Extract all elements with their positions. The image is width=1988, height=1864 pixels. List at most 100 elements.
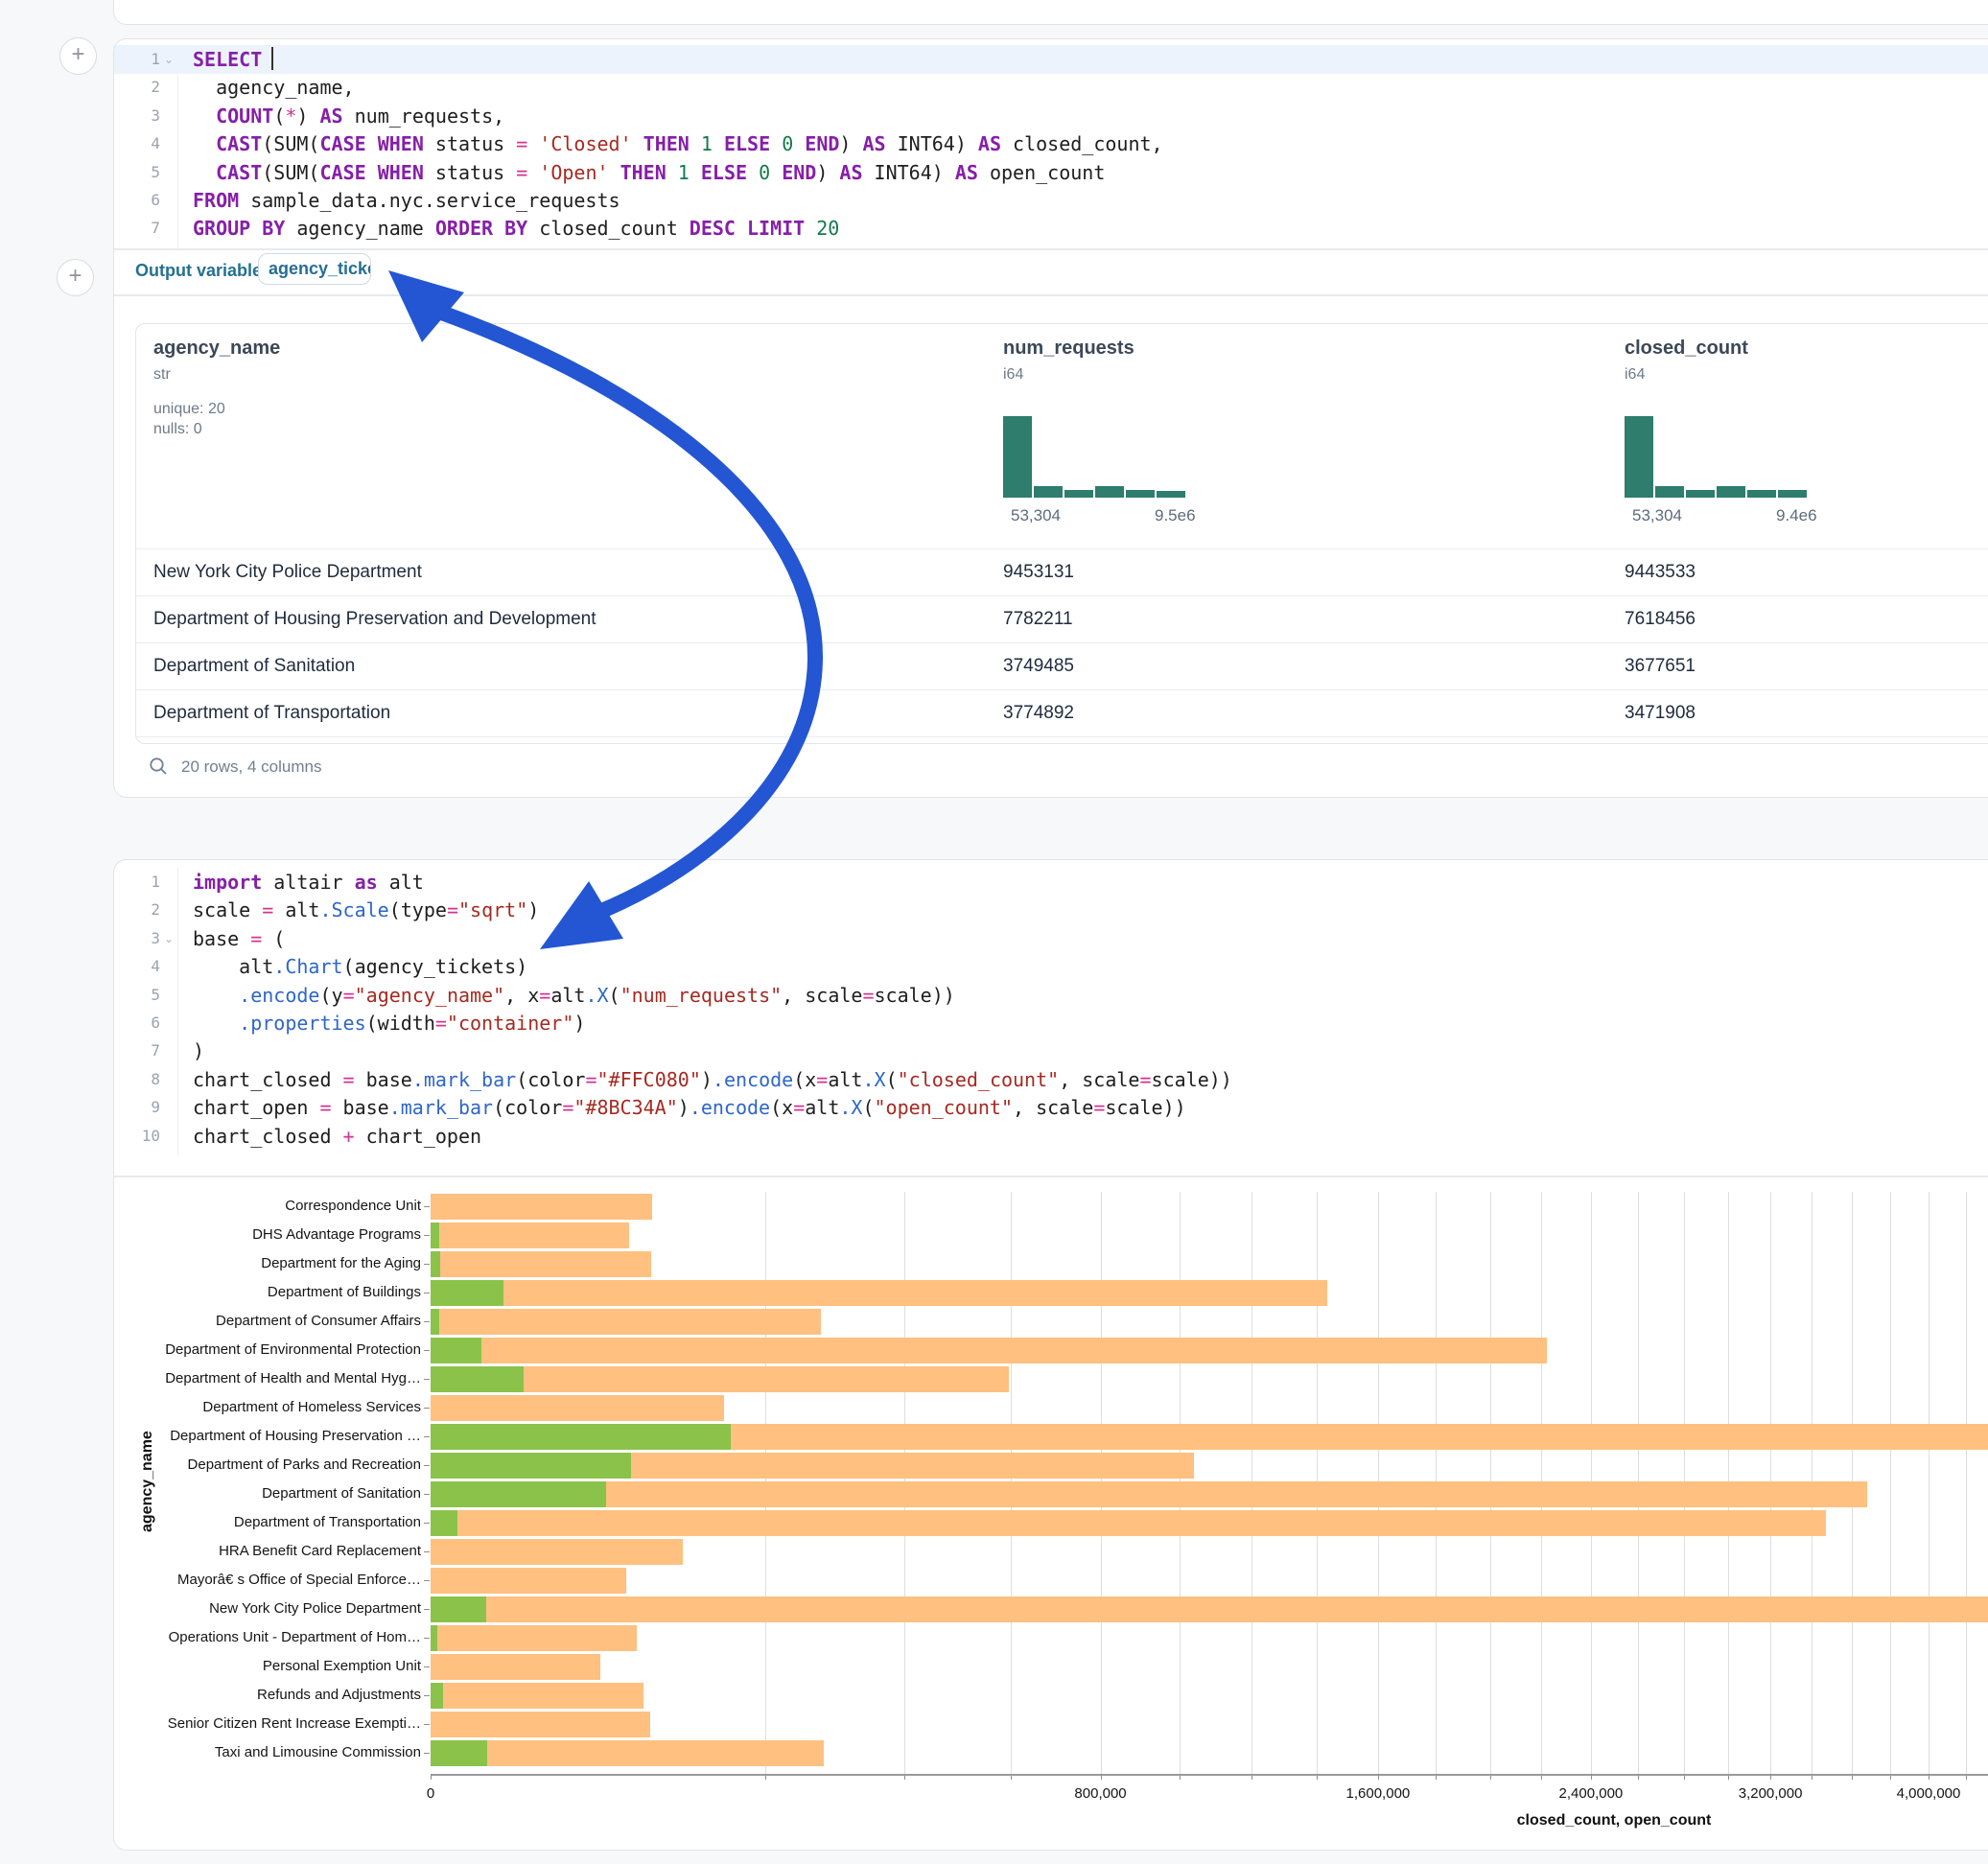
closed_count-bar[interactable] bbox=[431, 1596, 1988, 1622]
line-number: 2 bbox=[114, 73, 164, 102]
python-cell[interactable]: 1import altair as alt2scale = alt.Scale(… bbox=[113, 859, 1988, 1851]
y-axis-tick bbox=[424, 1264, 430, 1265]
closed_count-bar[interactable] bbox=[431, 1510, 1826, 1536]
open_count-bar[interactable] bbox=[431, 1223, 439, 1248]
column-header: num_requests bbox=[1003, 338, 1134, 360]
histogram-max-label: 9.4e6 bbox=[1776, 506, 1817, 525]
closed_count-bar[interactable] bbox=[431, 1568, 626, 1594]
table-cell[interactable]: 7782211 bbox=[1003, 609, 1073, 630]
histogram-bar bbox=[1095, 486, 1124, 498]
code-line[interactable]: 8chart_closed = base.mark_bar(color="#FF… bbox=[114, 1065, 1988, 1094]
column-stat: nulls: 0 bbox=[153, 421, 202, 438]
code-line[interactable]: 4 alt.Chart(agency_tickets) bbox=[114, 952, 1988, 981]
y-axis-tick bbox=[424, 1350, 430, 1351]
result-table[interactable]: agency_namestrunique: 20nulls: 0num_requ… bbox=[135, 323, 1988, 744]
code-line[interactable]: 9chart_open = base.mark_bar(color="#8BC3… bbox=[114, 1093, 1988, 1122]
closed_count-bar[interactable] bbox=[431, 1481, 1867, 1507]
code-text: CAST(SUM(CASE WHEN status = 'Closed' THE… bbox=[193, 129, 1163, 158]
code-line[interactable]: 2scale = alt.Scale(type="sqrt") bbox=[114, 896, 1988, 924]
code-line[interactable]: 5 .encode(y="agency_name", x=alt.X("num_… bbox=[114, 981, 1988, 1010]
bar-chart: 0800,0001,600,0002,400,0003,200,0004,000… bbox=[114, 1177, 1988, 1848]
table-cell[interactable]: 3774892 bbox=[1003, 703, 1074, 724]
code-line[interactable]: 7GROUP BY agency_name ORDER BY closed_co… bbox=[114, 214, 1988, 243]
add-cell-button-top[interactable]: + bbox=[59, 37, 97, 75]
code-line[interactable]: 3⌄ base = ( bbox=[114, 924, 1988, 953]
open_count-bar[interactable] bbox=[431, 1481, 606, 1507]
output-variable-pill[interactable]: agency_tickets bbox=[258, 253, 371, 285]
closed_count-bar[interactable] bbox=[431, 1712, 650, 1737]
closed_count-bar[interactable] bbox=[431, 1683, 643, 1709]
closed_count-bar[interactable] bbox=[431, 1539, 683, 1565]
code-text: chart_closed + chart_open bbox=[193, 1122, 481, 1151]
x-axis-tick bbox=[1101, 1774, 1102, 1780]
open_count-bar[interactable] bbox=[431, 1625, 437, 1651]
cell-divider bbox=[114, 248, 1988, 250]
code-line[interactable]: 7) bbox=[114, 1037, 1988, 1065]
closed_count-bar[interactable] bbox=[431, 1625, 637, 1651]
histogram-bar bbox=[1064, 490, 1093, 498]
code-line[interactable]: 6FROM sample_data.nyc.service_requests bbox=[114, 186, 1988, 215]
code-line[interactable]: 1import altair as alt bbox=[114, 868, 1988, 897]
table-cell[interactable]: 7618456 bbox=[1625, 609, 1696, 630]
x-axis-tick bbox=[1591, 1774, 1592, 1780]
closed_count-bar[interactable] bbox=[431, 1194, 652, 1220]
sql-cell[interactable]: 1⌄SELECT2 agency_name,3 COUNT(*) AS num_… bbox=[113, 38, 1988, 798]
open_count-bar[interactable] bbox=[431, 1740, 487, 1766]
code-text: CAST(SUM(CASE WHEN status = 'Open' THEN … bbox=[193, 158, 1105, 187]
closed_count-bar[interactable] bbox=[431, 1654, 600, 1680]
y-axis-category-label: DHS Advantage Programs bbox=[152, 1226, 421, 1243]
table-cell[interactable]: 3749485 bbox=[1003, 656, 1074, 677]
code-line[interactable]: 4 CAST(SUM(CASE WHEN status = 'Closed' T… bbox=[114, 129, 1988, 158]
fold-chevron-icon[interactable]: ⌄ bbox=[164, 45, 177, 74]
open_count-bar[interactable] bbox=[431, 1683, 443, 1709]
table-cell[interactable]: New York City Police Department bbox=[153, 562, 422, 583]
table-cell[interactable]: Department of Sanitation bbox=[153, 656, 355, 677]
y-axis-tick bbox=[424, 1666, 430, 1667]
closed_count-bar[interactable] bbox=[431, 1223, 629, 1248]
search-icon[interactable] bbox=[149, 757, 168, 776]
add-cell-button-middle[interactable]: + bbox=[57, 259, 94, 296]
closed_count-bar[interactable] bbox=[431, 1395, 724, 1421]
table-cell[interactable]: Department of Transportation bbox=[153, 703, 390, 724]
y-axis-tick bbox=[424, 1523, 430, 1524]
open_count-bar[interactable] bbox=[431, 1338, 481, 1363]
open_count-bar[interactable] bbox=[431, 1366, 524, 1392]
closed_count-bar[interactable] bbox=[431, 1338, 1547, 1363]
code-line[interactable]: 5 CAST(SUM(CASE WHEN status = 'Open' THE… bbox=[114, 158, 1988, 187]
open_count-bar[interactable] bbox=[431, 1510, 457, 1536]
y-axis-category-label: Department of Consumer Affairs bbox=[152, 1313, 421, 1329]
closed_count-bar[interactable] bbox=[431, 1740, 824, 1766]
open_count-bar[interactable] bbox=[431, 1309, 439, 1335]
line-number: 10 bbox=[114, 1122, 164, 1151]
closed_count-bar[interactable] bbox=[431, 1280, 1327, 1306]
code-line[interactable]: 10 chart_closed + chart_open bbox=[114, 1122, 1988, 1151]
code-line[interactable]: 1⌄SELECT bbox=[114, 45, 1988, 74]
y-axis-category-label: Taxi and Limousine Commission bbox=[152, 1744, 421, 1760]
y-axis-category-label: Operations Unit - Department of Hom… bbox=[152, 1629, 421, 1645]
table-cell[interactable]: 3471908 bbox=[1625, 703, 1696, 724]
open_count-bar[interactable] bbox=[431, 1453, 631, 1479]
x-axis-tick-label: 0 bbox=[427, 1785, 434, 1802]
table-cell[interactable]: 3677651 bbox=[1625, 656, 1696, 677]
open_count-bar[interactable] bbox=[431, 1596, 486, 1622]
code-line[interactable]: 6 .properties(width="container") bbox=[114, 1009, 1988, 1037]
closed_count-bar[interactable] bbox=[431, 1309, 821, 1335]
line-number: 6 bbox=[114, 1009, 164, 1037]
y-axis-tick bbox=[424, 1436, 430, 1437]
table-cell[interactable]: 9443533 bbox=[1625, 562, 1696, 583]
open_count-bar[interactable] bbox=[431, 1424, 731, 1450]
chart-gridline bbox=[1890, 1192, 1891, 1774]
fold-chevron-icon[interactable]: ⌄ bbox=[164, 924, 177, 953]
code-text: base = ( bbox=[193, 924, 285, 953]
histogram-bar bbox=[1003, 416, 1032, 498]
table-cell[interactable]: Department of Housing Preservation and D… bbox=[153, 609, 596, 630]
y-axis-category-label: Department of Health and Mental Hyg… bbox=[152, 1370, 421, 1386]
x-axis-title: closed_count, open_count bbox=[1517, 1812, 1712, 1829]
open_count-bar[interactable] bbox=[431, 1251, 440, 1277]
closed_count-bar[interactable] bbox=[431, 1251, 651, 1277]
code-line[interactable]: 2 agency_name, bbox=[114, 73, 1988, 102]
code-line[interactable]: 3 COUNT(*) AS num_requests, bbox=[114, 102, 1988, 130]
line-number: 3 bbox=[114, 924, 164, 953]
open_count-bar[interactable] bbox=[431, 1280, 503, 1306]
table-cell[interactable]: 9453131 bbox=[1003, 562, 1074, 583]
